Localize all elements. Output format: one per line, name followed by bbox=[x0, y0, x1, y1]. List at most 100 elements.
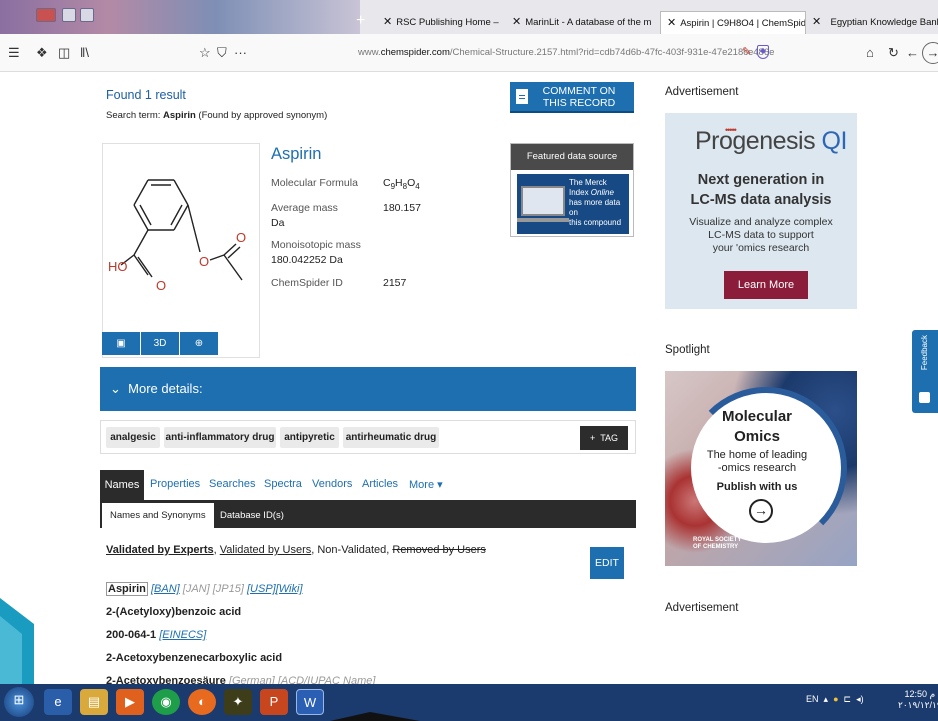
app-icon[interactable]: ✦ bbox=[224, 689, 252, 715]
tab-egyptian-knowledge-bank[interactable]: ✕ Egyptian Knowledge Bank bbox=[812, 11, 938, 34]
add-tag-button[interactable]: + TAG bbox=[580, 426, 628, 450]
firefox-icon[interactable]: ◐ bbox=[188, 689, 216, 715]
avg-mass-label: Average mass bbox=[271, 202, 338, 214]
tab-more[interactable]: More ▾ bbox=[409, 478, 443, 491]
menu-icon[interactable]: ☰ bbox=[8, 45, 20, 61]
pocket-icon[interactable]: ⛉ bbox=[217, 45, 227, 61]
tag-button-label: TAG bbox=[600, 433, 619, 443]
synonym-name[interactable]: 2-(Acetyloxy)benzoic acid bbox=[106, 606, 241, 618]
subtab-database-ids[interactable]: Database ID(s) bbox=[212, 503, 292, 528]
tab-more-label: More bbox=[409, 479, 435, 491]
chemspider-id-label: ChemSpider ID bbox=[271, 277, 343, 289]
tab-close-icon[interactable]: ✕ bbox=[512, 16, 521, 28]
comment-icon bbox=[516, 89, 528, 104]
word-icon[interactable]: W bbox=[296, 689, 324, 715]
volume-icon[interactable]: ◂) bbox=[856, 694, 864, 704]
tab-chemspider-aspirin[interactable]: ✕ Aspirin | C9H8O4 | ChemSpider bbox=[660, 11, 806, 34]
filter-validated-experts[interactable]: Validated by Experts bbox=[106, 544, 214, 556]
tab-vendors[interactable]: Vendors bbox=[312, 478, 352, 490]
chevron-up-icon[interactable]: ▴ bbox=[824, 694, 829, 704]
feedback-tab[interactable]: Feedback bbox=[912, 330, 938, 413]
back-arrow-icon[interactable]: ← bbox=[906, 45, 919, 60]
media-player-icon[interactable]: ▶ bbox=[116, 689, 144, 715]
synonym-name[interactable]: 200-064-1 bbox=[106, 629, 156, 641]
subtab-names-synonyms[interactable]: Names and Synonyms bbox=[102, 503, 214, 528]
start-button[interactable]: ⊞ bbox=[4, 687, 34, 717]
bookmarks-icon[interactable]: ❖ bbox=[36, 45, 48, 61]
system-clock[interactable]: 12:50 م ٢٠١٩/١٢/١٩ bbox=[898, 689, 938, 711]
synonym-name[interactable]: 2-Acetoxybenzenecarboxylic acid bbox=[106, 652, 282, 664]
journal-tagline: The home of leading -omics research bbox=[665, 449, 849, 475]
tab-searches[interactable]: Searches bbox=[209, 478, 255, 490]
language-indicator[interactable]: EN bbox=[806, 694, 819, 704]
tab-close-icon[interactable]: ✕ bbox=[383, 16, 392, 28]
synonym-ref-wiki[interactable]: [Wiki] bbox=[276, 583, 303, 595]
tag-analgesic[interactable]: analgesic bbox=[106, 427, 160, 448]
arrow-right-icon[interactable]: → bbox=[749, 499, 773, 523]
tab-close-icon[interactable]: ✕ bbox=[667, 17, 676, 29]
synonym-name[interactable]: Aspirin bbox=[106, 582, 148, 596]
filter-validated-users[interactable]: Validated by Users bbox=[220, 544, 312, 556]
window-maximize-button[interactable] bbox=[62, 8, 76, 22]
advertisement-label-2: Advertisement bbox=[665, 602, 739, 614]
new-tab-button[interactable]: + bbox=[356, 12, 365, 30]
featured-header: Featured data source bbox=[511, 144, 633, 170]
shield-icon[interactable]: ◆ bbox=[757, 45, 769, 59]
internet-explorer-icon[interactable]: e bbox=[44, 689, 72, 715]
tag-antipyretic[interactable]: antipyretic bbox=[280, 427, 339, 448]
address-bar[interactable]: www.chemspider.com/Chemical-Structure.21… bbox=[358, 47, 774, 58]
filter-removed-users[interactable]: Removed by Users bbox=[392, 544, 486, 556]
synonym-ref-ban[interactable]: [BAN] bbox=[151, 583, 180, 595]
more-details-label: More details: bbox=[128, 381, 203, 396]
featured-data-source[interactable]: Featured data source The Merck Index Onl… bbox=[510, 143, 634, 237]
tab-articles[interactable]: Articles bbox=[362, 478, 398, 490]
filter-non-validated[interactable]: , Non-Validated, bbox=[311, 544, 392, 556]
more-details-toggle[interactable]: ⌄ More details: bbox=[100, 367, 636, 411]
window-minimize-button[interactable] bbox=[80, 8, 94, 22]
extension-icon[interactable]: ✎ bbox=[742, 45, 751, 58]
file-explorer-icon[interactable]: ▤ bbox=[80, 689, 108, 715]
window-close-button[interactable] bbox=[36, 8, 56, 22]
save-structure-button[interactable]: ▣ bbox=[102, 332, 140, 355]
merck-line3: has more data on bbox=[569, 198, 621, 217]
merck-line2: Index Online bbox=[569, 188, 629, 198]
chrome-icon[interactable]: ◉ bbox=[152, 689, 180, 715]
edit-button[interactable]: EDIT bbox=[590, 547, 624, 579]
bookmark-star-icon[interactable]: ☆ bbox=[199, 45, 211, 61]
synonym-ref-usp[interactable]: [USP] bbox=[247, 583, 276, 595]
synonym-row: 2-(Acetyloxy)benzoic acid bbox=[106, 606, 241, 618]
formula-value: C9H8O4 bbox=[383, 177, 420, 192]
tab-rsc-publishing[interactable]: ✕ RSC Publishing Home – Chem bbox=[383, 11, 501, 34]
page-actions-icon[interactable]: ··· bbox=[234, 45, 247, 60]
url-path: /Chemical-Structure.2157.html?rid=cdb74d… bbox=[449, 47, 775, 58]
tab-properties[interactable]: Properties bbox=[150, 478, 200, 490]
synonym-ref-einecs[interactable]: [EINECS] bbox=[159, 629, 206, 641]
synonym-ref-jan: [JAN] bbox=[182, 583, 210, 595]
tag-antirheumatic-drug[interactable]: antirheumatic drug bbox=[343, 427, 439, 448]
notification-icon[interactable]: ● bbox=[833, 694, 838, 704]
tab-marinlit[interactable]: ✕ MarinLit - A database of the m bbox=[512, 11, 652, 34]
home-icon[interactable]: ⌂ bbox=[866, 45, 874, 60]
tab-names[interactable]: Names bbox=[100, 470, 144, 500]
zoom-structure-button[interactable]: ⊕ bbox=[180, 332, 218, 355]
library-icon[interactable]: ‖\ bbox=[80, 45, 89, 60]
tab-spectra[interactable]: Spectra bbox=[264, 478, 302, 490]
comment-on-record-button[interactable]: COMMENT ON THIS RECORD bbox=[510, 82, 634, 113]
powerpoint-icon[interactable]: P bbox=[260, 689, 288, 715]
synonym-ref-jp15: [JP15] bbox=[212, 583, 244, 595]
search-term-value: Aspirin bbox=[163, 110, 196, 121]
forward-arrow-icon[interactable]: → bbox=[922, 42, 938, 64]
tab-close-icon[interactable]: ✕ bbox=[812, 16, 821, 28]
sidebar-icon[interactable]: ◫ bbox=[58, 45, 70, 61]
molecular-omics-ad[interactable]: Molecular Omics The home of leading -omi… bbox=[665, 371, 857, 566]
search-term-note: (Found by approved synonym) bbox=[195, 110, 328, 121]
merck-index-banner[interactable]: The Merck Index Online has more data on … bbox=[517, 174, 629, 234]
merck-line4: this compound bbox=[569, 218, 622, 227]
ad-subtext: Visualize and analyze complex LC-MS data… bbox=[665, 216, 857, 255]
view-3d-button[interactable]: 3D bbox=[141, 332, 179, 355]
tag-anti-inflammatory-drug[interactable]: anti-inflammatory drug bbox=[164, 427, 276, 448]
progenesis-ad[interactable]: ••••• Progenesis QI Next generation in L… bbox=[665, 113, 857, 309]
network-icon[interactable]: ⊏ bbox=[844, 694, 852, 704]
learn-more-button[interactable]: Learn More bbox=[724, 271, 808, 299]
reload-icon[interactable]: ↻ bbox=[888, 45, 899, 61]
